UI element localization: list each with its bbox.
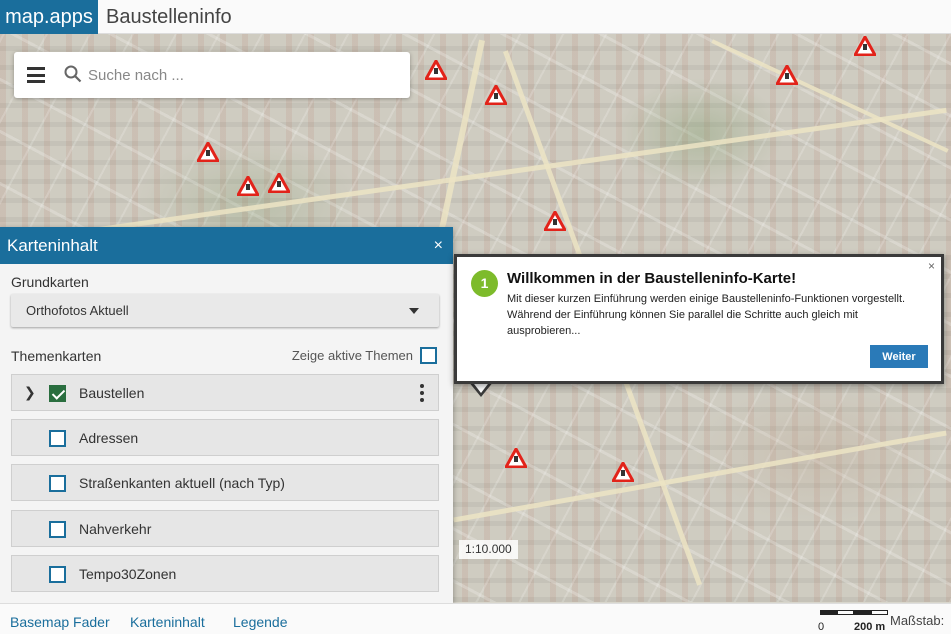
brand-logo[interactable]: map.apps [0, 0, 98, 34]
search-icon [64, 65, 82, 83]
layer-row-baustellen[interactable]: ❯ Baustellen [11, 374, 439, 411]
onboarding-popover: 1 Willkommen in der Baustelleninfo-Karte… [454, 254, 944, 384]
construction-warning-icon[interactable] [268, 173, 290, 193]
layer-row-strassenkanten[interactable]: Straßenkanten aktuell (nach Typ) [11, 464, 439, 501]
layer-checkbox[interactable] [49, 430, 66, 447]
tour-text: Mit dieser kurzen Einführung werden eini… [507, 293, 906, 337]
more-vertical-icon[interactable] [420, 384, 424, 402]
construction-warning-icon[interactable] [505, 448, 527, 468]
app-title: Baustelleninfo [106, 6, 232, 28]
show-active-themes-checkbox[interactable] [420, 347, 437, 364]
construction-warning-icon[interactable] [854, 36, 876, 56]
bottom-bar: Basemap Fader Karteninhalt Legende 0 200… [0, 603, 951, 634]
basemaps-label: Grundkarten [11, 274, 89, 290]
layer-label: Adressen [79, 430, 139, 446]
basemap-fader-link[interactable]: Basemap Fader [10, 604, 110, 634]
map-road [4, 107, 947, 246]
basemap-select[interactable]: Orthofotos Aktuell [11, 294, 439, 327]
map-content-panel: Karteninhalt × Grundkarten Orthofotos Ak… [0, 227, 453, 603]
map-road [453, 430, 947, 523]
map-scale-label: 1:10.000 [459, 540, 518, 559]
themes-label: Themenkarten [11, 348, 102, 364]
construction-warning-icon[interactable] [197, 142, 219, 162]
layer-row-adressen[interactable]: Adressen [11, 419, 439, 456]
layer-label: Tempo30Zonen [79, 566, 177, 582]
construction-warning-icon[interactable] [425, 60, 447, 80]
construction-warning-icon[interactable] [544, 211, 566, 231]
layer-label: Straßenkanten aktuell (nach Typ) [79, 475, 285, 491]
top-bar: map.apps Baustelleninfo [0, 0, 951, 34]
map-content-link[interactable]: Karteninhalt [130, 604, 205, 634]
next-button[interactable]: Weiter [870, 345, 928, 368]
show-active-themes-label: Zeige aktive Themen [291, 348, 413, 363]
basemap-selected-value: Orthofotos Aktuell [26, 303, 129, 318]
panel-title: Karteninhalt [7, 236, 98, 255]
menu-icon[interactable] [27, 67, 45, 83]
layer-label: Nahverkehr [79, 521, 152, 537]
construction-warning-icon[interactable] [776, 65, 798, 85]
chevron-right-icon[interactable]: ❯ [24, 384, 36, 401]
layer-row-nahverkehr[interactable]: Nahverkehr [11, 510, 439, 547]
scalebar-start: 0 [818, 621, 825, 633]
close-icon[interactable]: × [434, 227, 443, 264]
close-icon[interactable]: × [928, 259, 935, 273]
scale-label: Maßstab: [890, 613, 945, 628]
layer-checkbox[interactable] [49, 521, 66, 538]
construction-warning-icon[interactable] [612, 462, 634, 482]
search-box [14, 52, 410, 98]
panel-header: Karteninhalt × [0, 227, 453, 264]
layer-checkbox[interactable] [49, 566, 66, 583]
layer-row-tempo30zonen[interactable]: Tempo30Zonen [11, 555, 439, 592]
construction-warning-icon[interactable] [485, 85, 507, 105]
tour-title: Willkommen in der Baustelleninfo-Karte! [507, 270, 797, 287]
layer-checkbox[interactable] [49, 475, 66, 492]
layer-checkbox[interactable] [49, 385, 66, 402]
construction-warning-icon[interactable] [237, 176, 259, 196]
legend-link[interactable]: Legende [233, 604, 288, 634]
scalebar [820, 610, 888, 616]
scalebar-end: 200 m [854, 621, 886, 633]
layer-label: Baustellen [79, 385, 145, 401]
caret-down-icon [409, 308, 419, 314]
step-badge: 1 [471, 270, 498, 297]
search-input[interactable] [88, 62, 388, 88]
